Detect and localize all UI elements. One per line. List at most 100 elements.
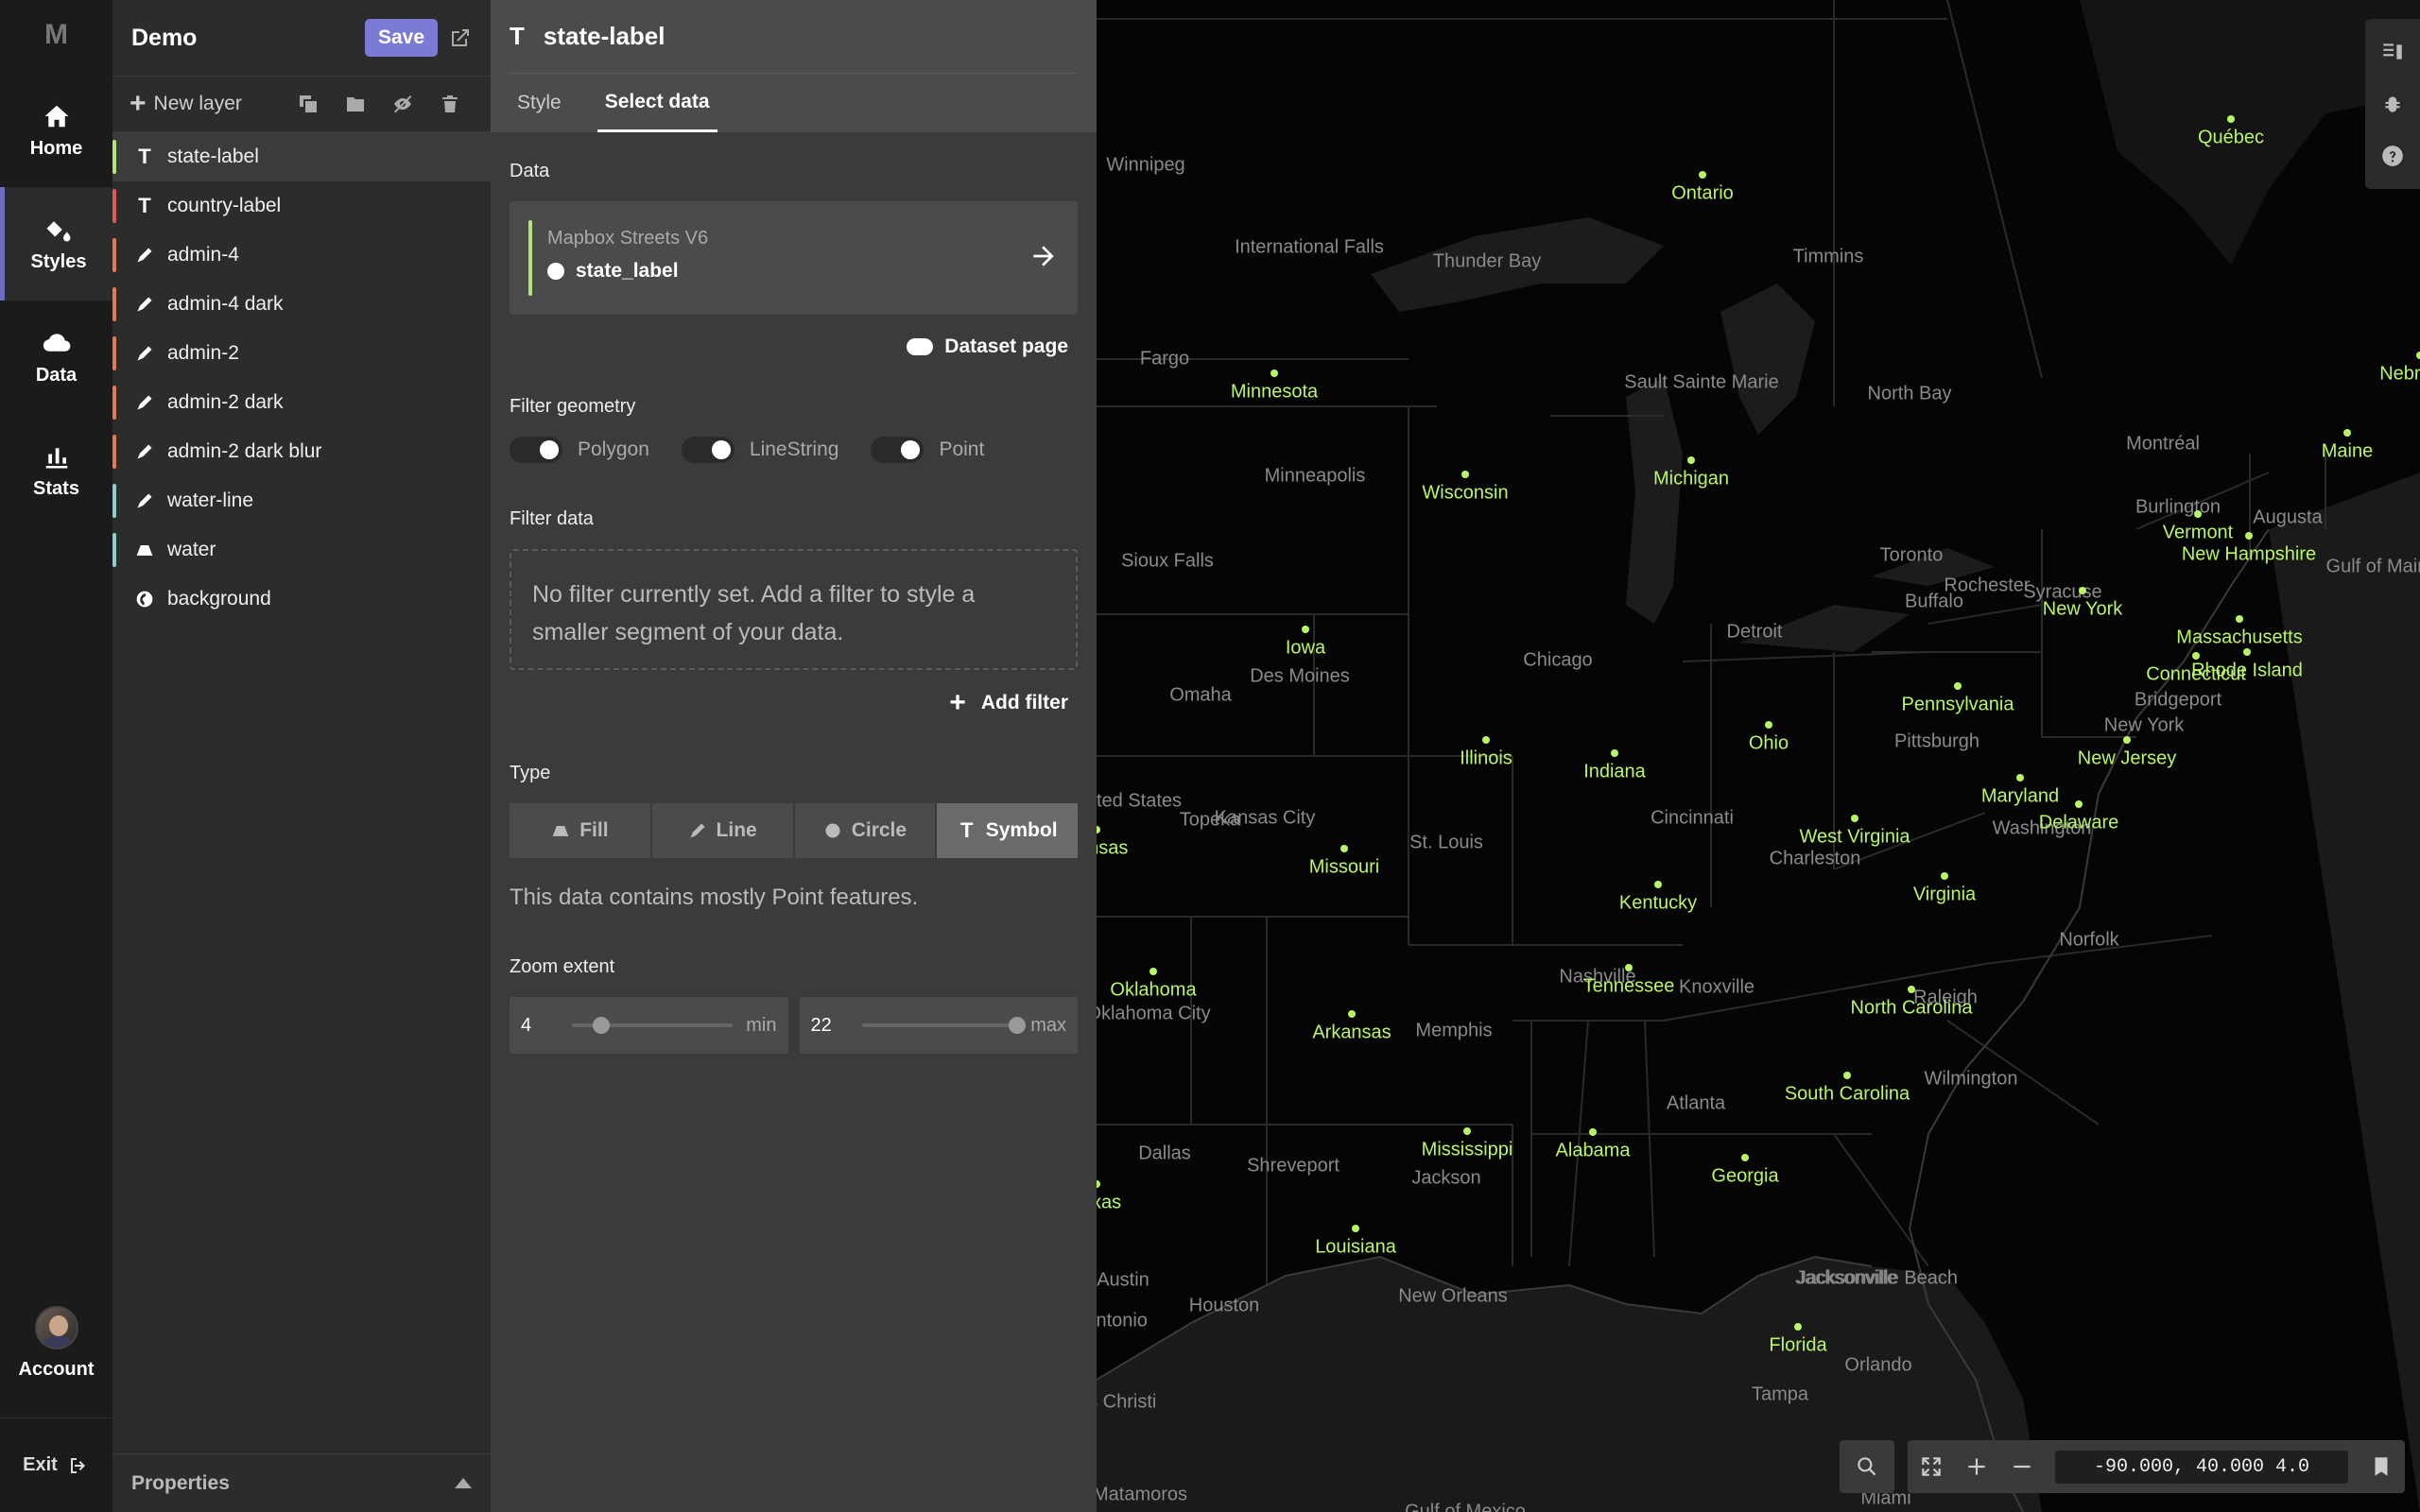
data-section-label: Data [510,161,550,181]
nav-account[interactable]: Account [0,1306,112,1381]
group-folder-button[interactable] [332,93,379,115]
zoom-in-icon[interactable] [1964,1454,1989,1479]
state-label: Virginia [1912,884,1977,905]
type-circle-button[interactable]: Circle [794,803,936,858]
type-fill-button[interactable]: Fill [510,803,650,858]
layer-color-bar [112,484,116,518]
city-label: Gulf of Mexico [1405,1501,1526,1512]
layer-item-admin-2-dark-blur[interactable]: admin-2 dark blur [112,427,491,476]
state-point-marker [2245,532,2253,540]
delete-layer-button[interactable] [426,93,474,115]
layer-name: background [167,588,271,610]
toggle-polygon[interactable]: Polygon [510,437,649,463]
zoom-out-icon[interactable] [2010,1454,2034,1479]
type-symbol-button[interactable]: T Symbol [937,803,1078,858]
bug-icon[interactable] [2380,92,2405,116]
duplicate-layer-button[interactable] [285,93,332,115]
map-coordinates[interactable]: -90.000, 40.000 4.0 [2055,1450,2348,1484]
type-line-button[interactable]: Line [651,803,793,858]
search-icon [1858,1457,1876,1476]
source-selector[interactable]: Mapbox Streets V6 state_label [510,201,1078,315]
layer-item-admin-4[interactable]: admin-4 [112,231,491,280]
layer-item-state-label[interactable]: Tstate-label [112,132,491,181]
layer-color-bar [112,287,116,321]
state-point-marker [1463,1127,1471,1135]
state-label: Missouri [1308,856,1380,878]
city-label: Augusta [2253,507,2323,528]
state-point-marker [1687,456,1695,464]
fullscreen-icon[interactable] [1919,1454,1944,1479]
editor-layer-name[interactable]: state-label [544,22,666,51]
layer-item-background[interactable]: background [112,575,491,624]
layer-item-water-line[interactable]: water-line [112,476,491,525]
layer-color-bar [112,386,116,420]
add-filter-button[interactable]: + Add filter [510,689,1078,717]
state-label: Louisiana [1315,1236,1396,1258]
map-canvas[interactable]: Winnipeg International Falls Thunder Bay Ti… [1097,0,2420,1512]
state-point-marker [1302,626,1309,633]
dataset-page-link[interactable]: Dataset page [510,335,1078,358]
nav-data[interactable]: Data [0,301,112,414]
layer-item-water[interactable]: water [112,525,491,575]
layer-color-bar [112,336,116,370]
state-label: Massachusetts [2176,627,2303,648]
toggle-point[interactable]: Point [871,437,984,463]
state-label: Maine [2321,440,2374,462]
state-point-marker [1908,986,1915,993]
help-icon[interactable] [2380,144,2405,168]
city-label: Des Moines [1250,665,1350,687]
city-label: Sioux Falls [1121,550,1214,572]
layer-color-bar [112,238,116,272]
type-label-symbol: Symbol [985,819,1058,841]
zoom-max-input[interactable]: 22 [811,1015,849,1037]
exit-icon [70,1457,85,1473]
arrow-right-icon[interactable] [1028,241,1059,271]
exit-button[interactable]: Exit [0,1418,112,1512]
city-label: Thunder Bay [1432,250,1542,272]
layer-toolbar: + New layer [112,76,491,132]
layer-color-bar [112,533,116,567]
zoom-max-control: 22 max [799,997,1078,1054]
nav-data-label: Data [35,364,78,386]
properties-toggle[interactable]: Properties [112,1453,491,1512]
layer-item-country-label[interactable]: Tcountry-label [112,181,491,231]
map-side-tools [2365,19,2420,189]
toggle-linestring[interactable]: LineString [681,437,838,463]
tab-select-data[interactable]: Select data [596,74,717,132]
state-point-marker [2079,587,2086,594]
editor-body: Data Mapbox Streets V6 state_label Datas… [491,161,1097,1054]
nav-stats[interactable]: Stats [0,414,112,527]
zoom-max-handle[interactable] [1009,1017,1027,1034]
city-label: Oklahoma City [1097,1003,1211,1024]
map-search-button[interactable] [1840,1440,1894,1493]
layer-item-admin-4-dark[interactable]: admin-4 dark [112,280,491,329]
external-link-icon[interactable] [449,26,472,49]
new-layer-button[interactable]: + New layer [130,90,285,118]
tab-style[interactable]: Style [510,74,569,132]
layers-panel-icon[interactable] [2380,40,2405,64]
state-label: Texas [1097,1192,1122,1213]
save-button[interactable]: Save [364,19,438,57]
exit-label: Exit [23,1454,58,1475]
zoom-min-slider[interactable] [572,1017,734,1034]
layer-item-admin-2[interactable]: admin-2 [112,329,491,378]
city-label: Dallas [1138,1143,1191,1164]
layer-color-bar [112,435,116,469]
hide-layer-button[interactable] [379,93,426,115]
zoom-min-handle[interactable] [592,1017,610,1034]
app-logo[interactable]: M [0,19,112,51]
style-title[interactable]: Demo [131,25,354,52]
state-point-marker [2227,115,2235,123]
state-point-marker [1482,736,1490,744]
trash-icon [442,95,458,112]
state-point-marker [1270,369,1278,377]
nav-styles[interactable]: Styles [0,187,112,301]
state-point-marker [1843,1072,1851,1079]
nav-home[interactable]: Home [0,74,112,187]
zoom-max-slider[interactable] [861,1017,1027,1034]
layer-item-admin-2-dark[interactable]: admin-2 dark [112,378,491,427]
zoom-min-input[interactable]: 4 [521,1015,559,1037]
nav-home-label: Home [29,137,83,159]
bookmark-icon[interactable] [2369,1454,2394,1479]
layer-name: water [167,539,216,560]
